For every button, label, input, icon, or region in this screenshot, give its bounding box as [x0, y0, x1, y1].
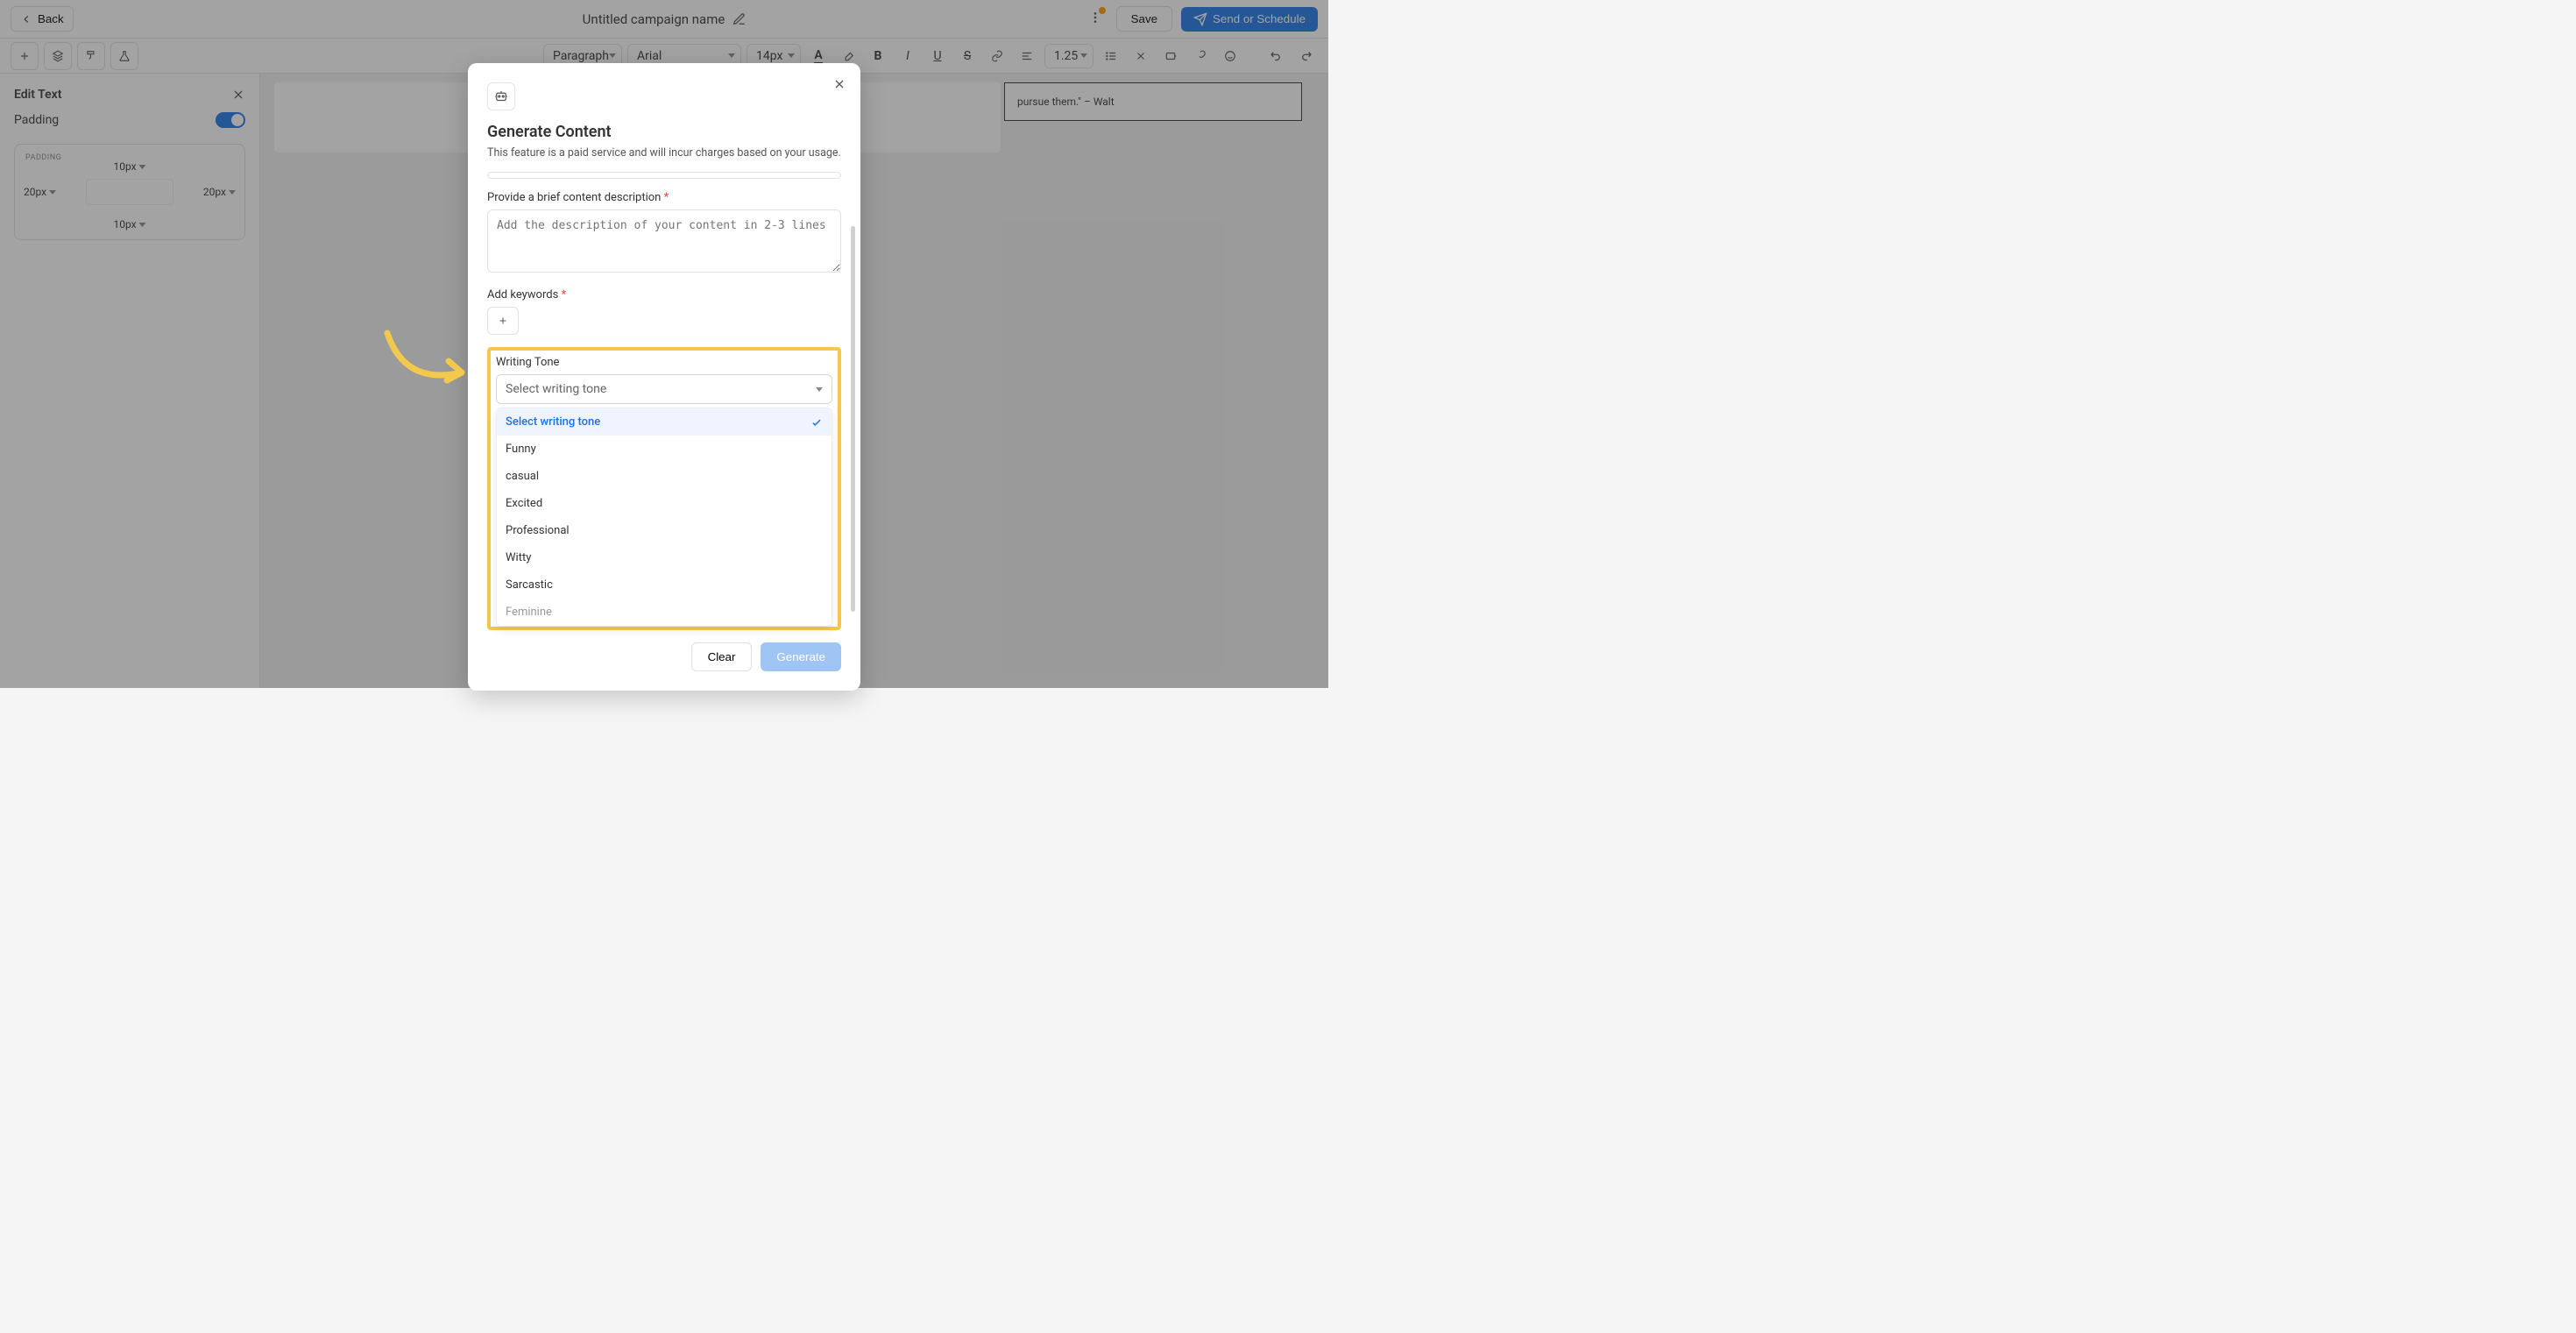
description-label: Provide a brief content description * [487, 191, 841, 204]
close-icon[interactable] [832, 77, 846, 91]
generate-button[interactable]: Generate [761, 642, 841, 671]
tone-option-witty[interactable]: Witty [497, 544, 832, 571]
clear-button[interactable]: Clear [691, 642, 753, 671]
tone-option-professional[interactable]: Professional [497, 517, 832, 544]
chevron-down-icon [816, 387, 823, 392]
tone-option-sarcastic[interactable]: Sarcastic [497, 571, 832, 599]
tone-option-select[interactable]: Select writing tone [497, 408, 832, 436]
check-icon [810, 416, 823, 429]
tone-option-excited[interactable]: Excited [497, 490, 832, 517]
ai-icon [487, 82, 515, 110]
add-keyword-button[interactable] [487, 307, 519, 335]
description-textarea[interactable] [487, 209, 841, 273]
modal-title: Generate Content [487, 123, 841, 141]
tone-label: Writing Tone [496, 356, 832, 369]
keywords-label: Add keywords * [487, 288, 841, 301]
scrollbar[interactable] [851, 226, 855, 612]
modal-subtitle: This feature is a paid service and will … [487, 146, 841, 160]
generate-content-modal: Generate Content This feature is a paid … [468, 63, 860, 691]
tone-select-value: Select writing tone [506, 382, 606, 396]
modal-overlay: Generate Content This feature is a paid … [0, 0, 1328, 688]
tone-select[interactable]: Select writing tone [496, 374, 832, 404]
tone-dropdown: Select writing tone Funny casual Excited… [496, 408, 832, 627]
tone-option-casual[interactable]: casual [497, 463, 832, 490]
plus-icon [498, 316, 508, 326]
tone-option-funny[interactable]: Funny [497, 436, 832, 463]
writing-tone-section: Writing Tone Select writing tone Select … [487, 347, 841, 630]
hidden-field-edge [487, 172, 841, 179]
tone-option-feminine[interactable]: Feminine [497, 599, 832, 626]
modal-footer: Clear Generate [487, 642, 841, 671]
